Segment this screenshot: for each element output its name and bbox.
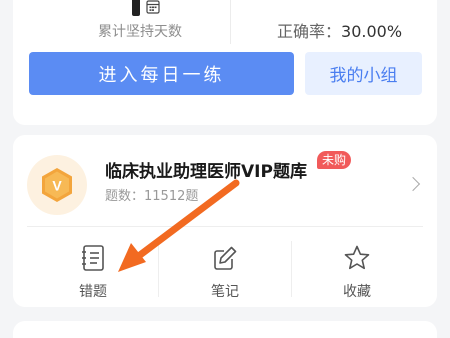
streak-label: 累计坚持天数 xyxy=(98,24,182,40)
chevron-right-icon[interactable] xyxy=(405,176,421,192)
vip-hexagon-icon: V xyxy=(42,168,72,202)
question-bank-card[interactable]: V 临床执业助理医师VIP题库 未购 题数：11512题 错题 笔记 收藏 xyxy=(13,135,437,307)
accuracy-stat: 正确率：30.00% xyxy=(277,18,402,42)
notes-label: 笔记 xyxy=(211,284,239,300)
streak-days-number xyxy=(132,0,140,16)
favorites-label: 收藏 xyxy=(343,284,371,300)
daily-practice-button[interactable]: 进入每日一练 xyxy=(29,52,294,95)
wrong-questions-label: 错题 xyxy=(79,284,107,300)
wrong-questions-button[interactable]: 错题 xyxy=(27,243,159,301)
notebook-icon xyxy=(82,245,104,271)
accuracy-label: 正确率： xyxy=(277,22,342,41)
badge-letter: V xyxy=(52,178,62,194)
star-icon xyxy=(344,245,370,270)
bank-question-count: 题数：11512题 xyxy=(105,189,199,204)
edit-note-icon xyxy=(214,246,237,270)
calendar-icon[interactable] xyxy=(146,0,160,14)
not-purchased-tag: 未购 xyxy=(317,151,352,169)
stats-card: 累计坚持天数 正确率：30.00% 进入每日一练 我的小组 xyxy=(13,0,437,125)
accuracy-value: 30.00% xyxy=(341,22,403,41)
vip-badge: V xyxy=(27,155,87,215)
favorites-button[interactable]: 收藏 xyxy=(291,243,423,301)
next-card xyxy=(13,321,437,338)
bank-title: 临床执业助理医师VIP题库 xyxy=(105,162,307,182)
divider xyxy=(27,226,423,227)
stats-divider xyxy=(230,0,231,44)
my-group-button[interactable]: 我的小组 xyxy=(305,52,422,95)
notes-button[interactable]: 笔记 xyxy=(159,243,291,301)
